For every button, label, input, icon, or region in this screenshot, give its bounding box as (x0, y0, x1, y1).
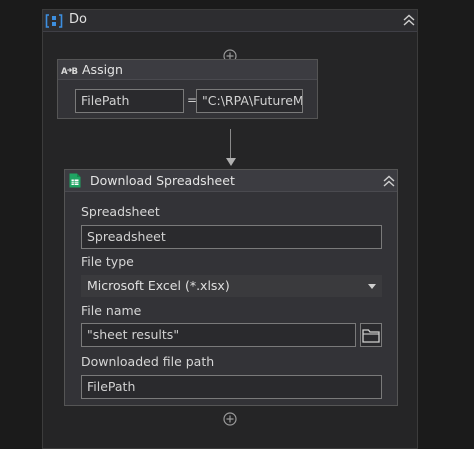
assign-activity[interactable]: A B Assign FilePath = "C:\RPA\FutureM (57, 59, 318, 119)
do-title: Do (69, 12, 87, 27)
download-spreadsheet-activity[interactable]: Download Spreadsheet Spreadsheet Spreads… (64, 169, 398, 406)
assign-to-field[interactable]: FilePath (75, 89, 184, 113)
downloaded-path-field[interactable]: FilePath (81, 375, 382, 399)
file-type-dropdown[interactable]: Microsoft Excel (*.xlsx) (81, 275, 382, 297)
add-activity-bottom-icon[interactable] (223, 412, 237, 426)
connector-arrow-icon (226, 158, 236, 166)
file-type-selected: Microsoft Excel (*.xlsx) (87, 278, 230, 293)
download-spreadsheet-title: Download Spreadsheet (90, 173, 235, 188)
file-name-label: File name (81, 303, 142, 318)
google-sheets-icon (69, 173, 81, 188)
double-chevron-up-icon[interactable] (401, 13, 417, 27)
spreadsheet-label: Spreadsheet (81, 204, 160, 219)
assign-icon: A B (61, 67, 78, 76)
download-spreadsheet-header[interactable]: Download Spreadsheet (65, 170, 397, 192)
double-chevron-up-icon[interactable] (381, 174, 397, 188)
browse-button[interactable] (360, 323, 382, 347)
folder-icon (362, 329, 380, 343)
svg-text:B: B (72, 67, 78, 76)
file-type-label: File type (81, 254, 134, 269)
sequence-icon (45, 14, 63, 28)
do-header[interactable]: Do (43, 10, 417, 32)
assign-value-field[interactable]: "C:\RPA\FutureM (196, 89, 303, 113)
file-name-field[interactable]: "sheet results" (81, 323, 356, 347)
downloaded-path-label: Downloaded file path (81, 354, 215, 369)
caret-down-icon (368, 284, 376, 289)
connector-line (230, 129, 231, 159)
svg-text:A: A (61, 67, 68, 76)
spreadsheet-field[interactable]: Spreadsheet (81, 225, 382, 249)
assign-header[interactable]: A B Assign (58, 60, 317, 80)
assign-title: Assign (82, 62, 123, 77)
